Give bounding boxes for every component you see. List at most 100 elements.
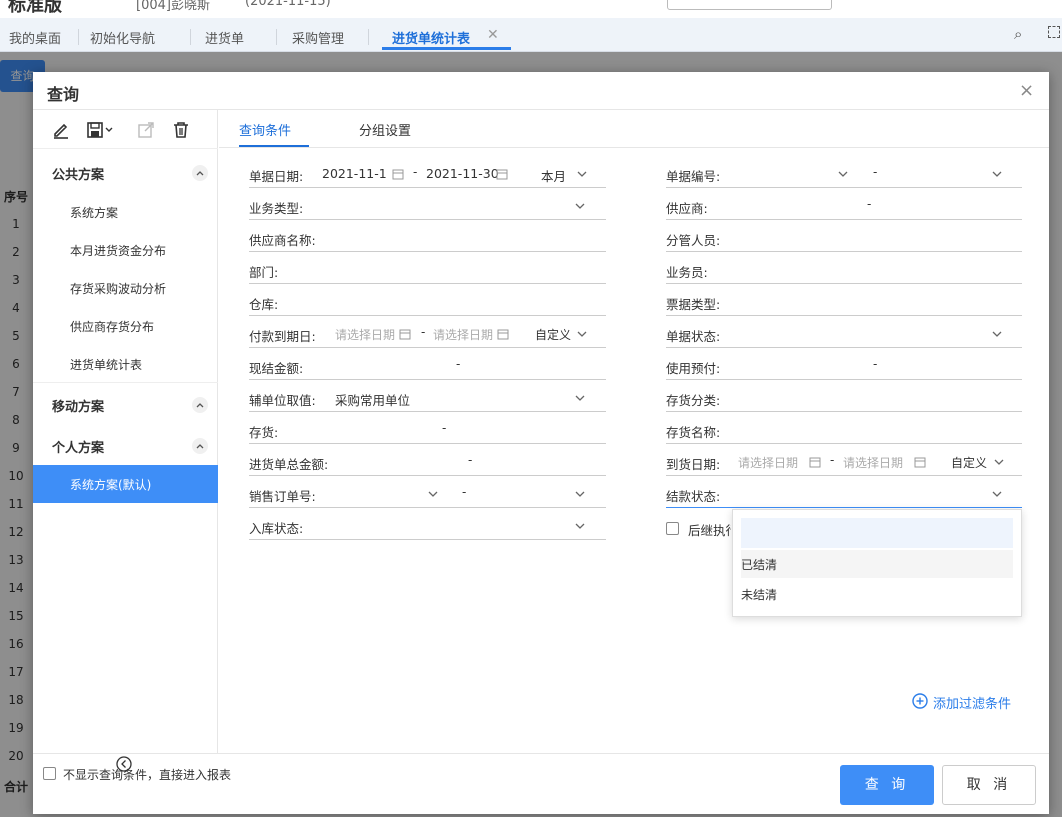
prepay-field[interactable]: 使用预付: -	[666, 352, 1022, 380]
cancel-button[interactable]: 取 消	[942, 765, 1036, 805]
aux-unit-field[interactable]: 辅单位取值: 采购常用单位	[249, 384, 606, 412]
tab-purchase-stats[interactable]: 进货单统计表	[392, 28, 470, 47]
calendar-icon[interactable]	[496, 168, 508, 180]
date-preset-select[interactable]: 自定义	[951, 454, 987, 471]
date-from-input[interactable]: 2021-11-1	[322, 166, 387, 181]
group-mobile[interactable]: 移动方案	[52, 396, 104, 415]
login-date: (2021-11-15)	[245, 0, 331, 9]
field-label: 到货日期:	[666, 457, 721, 472]
add-filter-label: 添加过滤条件	[933, 697, 1012, 712]
edit-icon[interactable]	[51, 120, 71, 140]
chevron-down-icon[interactable]	[575, 521, 585, 531]
search-icon[interactable]: ⌕	[1014, 25, 1022, 43]
scheme-sidebar: 公共方案 系统方案 本月进货资金分布 存货采购波动分析 供应商存货分布 进货单统…	[33, 110, 218, 772]
tab-query-conditions[interactable]: 查询条件	[239, 120, 291, 139]
scheme-item-active[interactable]: 系统方案(默认)	[33, 465, 218, 503]
date-from-input[interactable]: 请选择日期	[738, 454, 798, 471]
biz-type-field[interactable]: 业务类型:	[249, 192, 606, 220]
chevron-down-icon[interactable]	[992, 329, 1002, 339]
chevron-up-icon[interactable]	[192, 438, 208, 454]
inventory-field[interactable]: 存货: -	[249, 416, 606, 444]
chevron-up-icon[interactable]	[192, 165, 208, 181]
scheme-item[interactable]: 供应商存货分布	[70, 318, 154, 335]
date-to-input[interactable]: 请选择日期	[433, 326, 493, 343]
scheme-item[interactable]: 系统方案	[70, 204, 118, 221]
inv-category-field[interactable]: 存货分类:	[666, 384, 1022, 412]
chevron-down-icon[interactable]	[575, 489, 585, 499]
skip-conditions-checkbox[interactable]	[43, 767, 56, 780]
field-label: 结款状态:	[666, 489, 721, 504]
calendar-icon[interactable]	[914, 456, 926, 468]
tab-desktop[interactable]: 我的桌面	[9, 28, 61, 47]
field-label: 仓库:	[249, 297, 279, 312]
calendar-icon[interactable]	[399, 328, 411, 340]
chevron-down-icon[interactable]	[992, 169, 1002, 179]
date-to-input[interactable]: 请选择日期	[843, 454, 903, 471]
tab-close-icon[interactable]: ✕	[487, 27, 499, 43]
doc-no-field[interactable]: 单据编号: -	[666, 160, 1022, 188]
chevron-down-icon[interactable]	[994, 457, 1004, 467]
chevron-down-icon[interactable]	[577, 169, 587, 179]
group-personal[interactable]: 个人方案	[52, 437, 104, 456]
group-public[interactable]: 公共方案	[52, 164, 104, 183]
field-label: 单据编号:	[666, 169, 721, 184]
warehouse-field[interactable]: 仓库:	[249, 288, 606, 316]
dropdown-option[interactable]: 已结清	[741, 556, 777, 573]
account-select[interactable]	[667, 0, 832, 10]
date-preset-select[interactable]: 本月	[541, 166, 566, 185]
doc-status-field[interactable]: 单据状态:	[666, 320, 1022, 348]
manager-field[interactable]: 分管人员:	[666, 224, 1022, 252]
range-separator: -	[421, 325, 426, 339]
inv-name-field[interactable]: 存货名称:	[666, 416, 1022, 444]
calendar-icon[interactable]	[497, 328, 509, 340]
supplier-field[interactable]: 供应商: -	[666, 192, 1022, 220]
field-label: 部门:	[249, 265, 279, 280]
dropdown-option[interactable]: 未结清	[741, 586, 777, 603]
bill-type-field[interactable]: 票据类型:	[666, 288, 1022, 316]
dialog-footer: 不显示查询条件，直接进入报表 查 询 取 消	[33, 753, 1049, 814]
chevron-up-icon[interactable]	[192, 397, 208, 413]
field-label: 票据类型:	[666, 297, 721, 312]
arrival-date-field: 到货日期: 请选择日期 - 请选择日期 自定义	[666, 448, 1022, 476]
salesman-field[interactable]: 业务员:	[666, 256, 1022, 284]
calendar-icon[interactable]	[392, 168, 404, 180]
field-label: 付款到期日:	[249, 329, 316, 344]
close-icon[interactable]: ×	[1019, 80, 1034, 101]
tab-group-settings[interactable]: 分组设置	[359, 120, 411, 139]
chevron-down-icon[interactable]	[577, 329, 587, 339]
scheme-item[interactable]: 进货单统计表	[70, 356, 142, 373]
fullscreen-icon[interactable]	[1048, 26, 1060, 38]
scheme-item[interactable]: 存货采购波动分析	[70, 280, 166, 297]
chevron-down-icon[interactable]	[428, 489, 438, 499]
date-to-input[interactable]: 2021-11-30	[426, 166, 499, 181]
date-from-input[interactable]: 请选择日期	[335, 326, 395, 343]
tab-init-nav[interactable]: 初始化导航	[90, 28, 155, 47]
inbound-status-field[interactable]: 入库状态:	[249, 512, 606, 540]
range-separator: -	[456, 357, 461, 371]
date-preset-select[interactable]: 自定义	[535, 326, 571, 343]
range-separator: -	[873, 357, 878, 371]
follow-up-checkbox[interactable]	[666, 522, 679, 535]
cash-amount-field[interactable]: 现结金额: -	[249, 352, 606, 380]
save-icon[interactable]	[85, 120, 115, 140]
field-label: 业务类型:	[249, 201, 304, 216]
scheme-item[interactable]: 本月进货资金分布	[70, 242, 166, 259]
tab-purchase-mgmt[interactable]: 采购管理	[292, 28, 344, 47]
chevron-down-icon[interactable]	[575, 201, 585, 211]
export-icon[interactable]	[136, 120, 156, 140]
chevron-down-icon[interactable]	[575, 393, 585, 403]
supplier-name-field[interactable]: 供应商名称:	[249, 224, 606, 252]
tab-purchase-order[interactable]: 进货单	[205, 28, 244, 47]
range-separator: -	[462, 485, 467, 499]
chevron-down-icon[interactable]	[992, 489, 1002, 499]
chevron-down-icon[interactable]	[838, 169, 848, 179]
sales-order-field[interactable]: 销售订单号: -	[249, 480, 606, 508]
delete-icon[interactable]	[171, 120, 191, 140]
query-button[interactable]: 查 询	[840, 765, 934, 805]
settle-status-field[interactable]: 结款状态:	[666, 480, 1022, 508]
dropdown-option-empty[interactable]	[741, 518, 1013, 548]
department-field[interactable]: 部门:	[249, 256, 606, 284]
field-label: 入库状态:	[249, 521, 304, 536]
total-amount-field[interactable]: 进货单总金额: -	[249, 448, 606, 476]
calendar-icon[interactable]	[809, 456, 821, 468]
